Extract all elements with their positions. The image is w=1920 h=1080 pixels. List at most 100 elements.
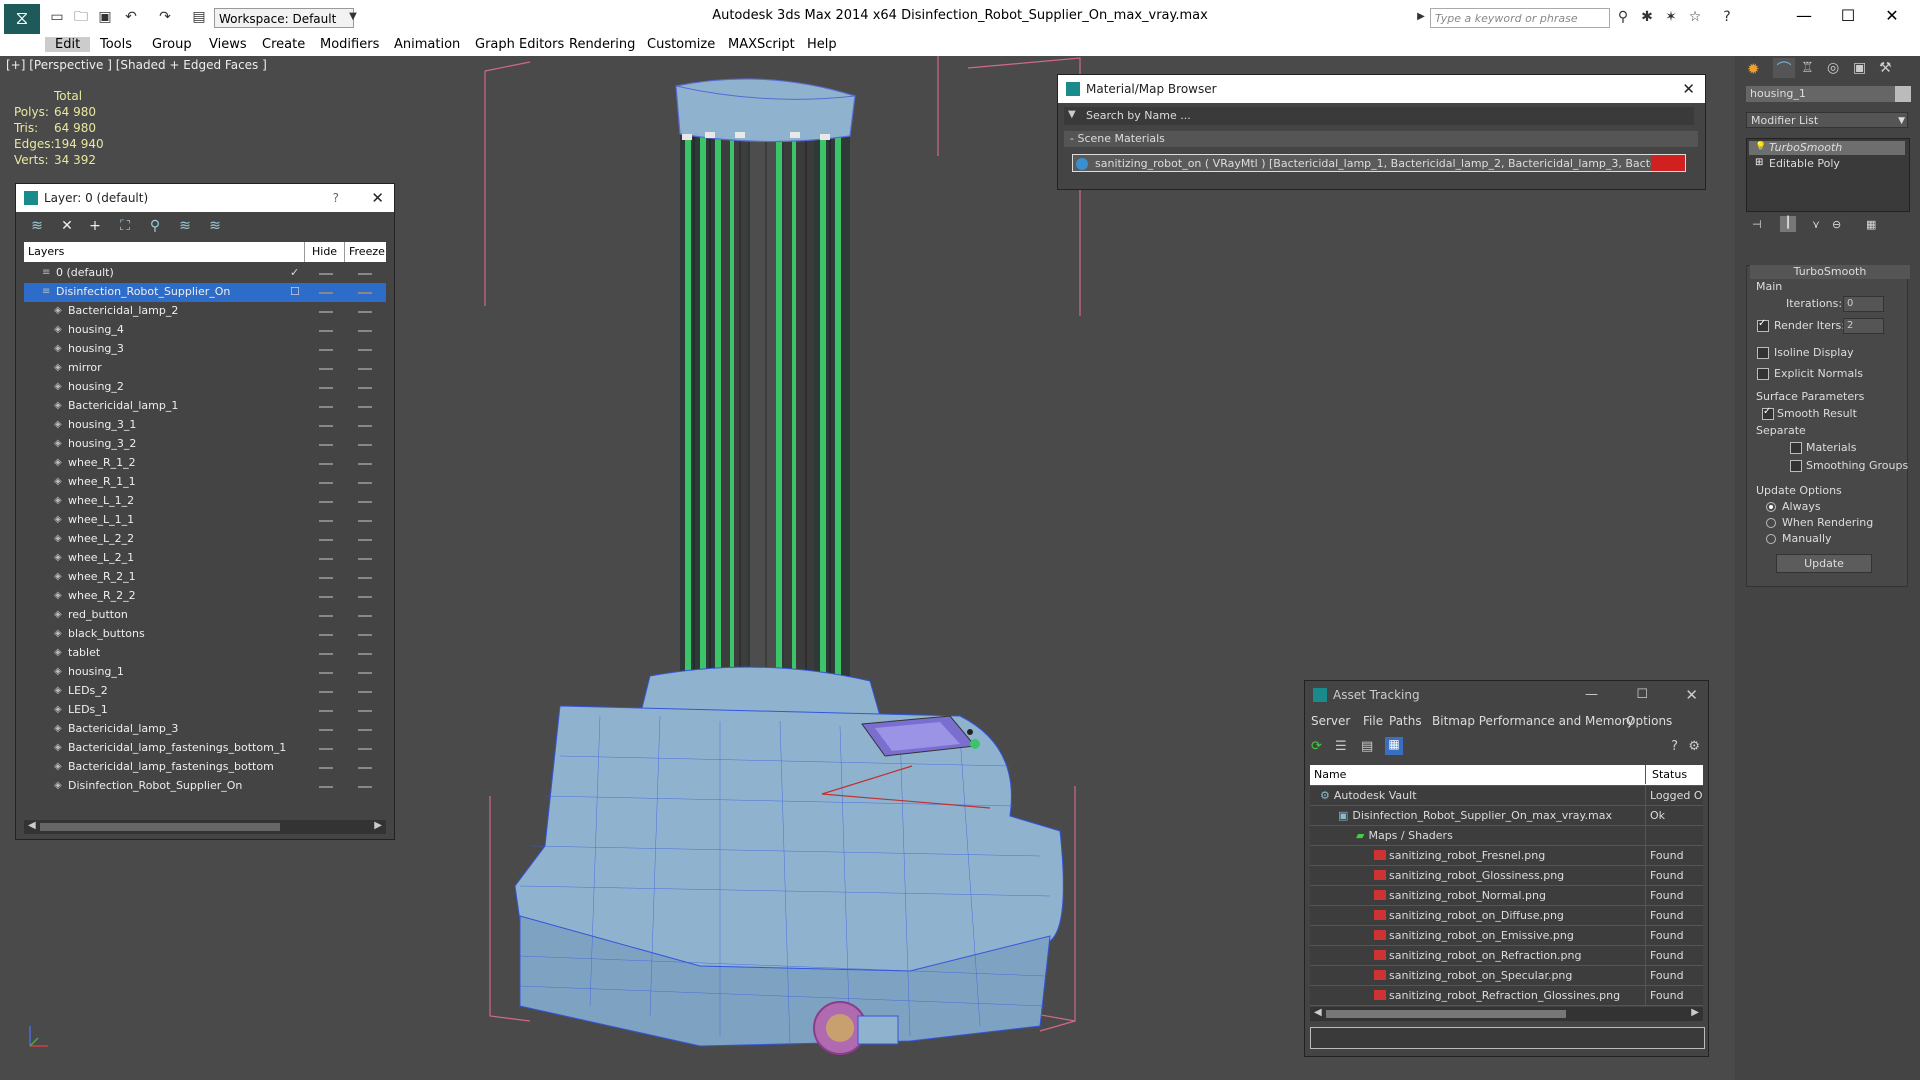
keyword-search-input[interactable]: Type a keyword or phrase	[1430, 8, 1610, 28]
asset-row[interactable]: sanitizing_robot_on_Emissive.png Found	[1310, 926, 1703, 946]
layer-row[interactable]: ◈ whee_L_2_1	[24, 549, 386, 568]
hide-toggle[interactable]	[319, 710, 333, 712]
freeze-toggle[interactable]	[358, 634, 372, 636]
separate-materials-checkbox[interactable]	[1790, 442, 1802, 454]
make-unique-icon[interactable]: ⋎	[1812, 218, 1820, 231]
asset-settings-icon[interactable]: ⚙	[1688, 739, 1700, 754]
asset-row[interactable]: sanitizing_robot_Refraction_Glossines.pn…	[1310, 986, 1703, 1006]
asset-row[interactable]: sanitizing_robot_on_Specular.png Found	[1310, 966, 1703, 986]
search-expand-icon[interactable]: ▶	[1412, 8, 1430, 26]
asset-row[interactable]: sanitizing_robot_on_Refraction.png Found	[1310, 946, 1703, 966]
freeze-toggle[interactable]	[358, 406, 372, 408]
redo-icon[interactable]: ↷	[156, 8, 174, 26]
layer-row[interactable]: ≡ Disinfection_Robot_Supplier_On ☐	[24, 283, 386, 302]
menu-create[interactable]: Create	[262, 37, 305, 52]
motion-tab-icon[interactable]: ◎	[1827, 60, 1839, 76]
stack-item-turbosmooth[interactable]: TurboSmooth	[1749, 141, 1905, 155]
workspace-chevron-down-icon[interactable]: ▼	[344, 8, 362, 26]
isoline-display-checkbox[interactable]	[1757, 347, 1769, 359]
asset-menu-options[interactable]: Options	[1626, 714, 1672, 728]
layer-row[interactable]: ◈ Bactericidal_lamp_1	[24, 397, 386, 416]
menu-views[interactable]: Views	[209, 37, 247, 52]
layer-row[interactable]: ◈ whee_R_2_2	[24, 587, 386, 606]
favorites-star-icon[interactable]: ☆	[1686, 8, 1704, 26]
asset-menu-server[interactable]: Server	[1311, 714, 1350, 728]
smooth-result-checkbox[interactable]	[1762, 406, 1774, 420]
layer-row[interactable]: ◈ red_button	[24, 606, 386, 625]
layer-row[interactable]: ◈ whee_L_1_2	[24, 492, 386, 511]
freeze-toggle[interactable]	[358, 349, 372, 351]
hide-toggle[interactable]	[319, 387, 333, 389]
hide-toggle[interactable]	[319, 691, 333, 693]
hide-toggle[interactable]	[319, 786, 333, 788]
hide-toggle[interactable]	[319, 273, 333, 275]
hide-toggle[interactable]	[319, 539, 333, 541]
asset-menu-paths[interactable]: Paths	[1389, 714, 1422, 728]
layer-row[interactable]: ◈ housing_1	[24, 663, 386, 682]
freeze-toggle[interactable]	[358, 653, 372, 655]
layer-row[interactable]: ◈ housing_3_1	[24, 416, 386, 435]
expand-plus-icon[interactable]: ⊞	[1755, 157, 1763, 168]
menu-help[interactable]: Help	[807, 37, 837, 52]
exchange-icon[interactable]: ✶	[1662, 8, 1680, 26]
hide-toggle[interactable]	[319, 406, 333, 408]
asset-help-icon[interactable]: ?	[1671, 739, 1678, 754]
app-logo-icon[interactable]: ⧖	[4, 4, 40, 34]
material-browser-close-icon[interactable]: ✕	[1682, 75, 1695, 103]
layer-row[interactable]: ◈ housing_3	[24, 340, 386, 359]
layer-panel-titlebar[interactable]: Layer: 0 (default) ? ✕	[16, 184, 394, 212]
modifier-list-dropdown[interactable]: Modifier List ▼	[1746, 112, 1908, 128]
modify-tab-icon[interactable]: ⌒	[1773, 58, 1795, 78]
hide-toggle[interactable]	[319, 311, 333, 313]
hide-toggle[interactable]	[319, 672, 333, 674]
hide-toggle[interactable]	[319, 330, 333, 332]
menu-rendering[interactable]: Rendering	[569, 37, 635, 52]
close-button[interactable]: ✕	[1872, 4, 1912, 28]
layer-row[interactable]: ◈ Bactericidal_lamp_fastenings_bottom_1	[24, 739, 386, 758]
layer-row[interactable]: ◈ black_buttons	[24, 625, 386, 644]
create-tab-icon[interactable]: ✹	[1747, 60, 1760, 78]
freeze-toggle[interactable]	[358, 539, 372, 541]
set-current-box-icon[interactable]: ☐	[290, 285, 300, 298]
layer-row[interactable]: ◈ tablet	[24, 644, 386, 663]
scene-material-item[interactable]: sanitizing_robot_on ( VRayMtl ) [Bacteri…	[1072, 154, 1686, 172]
hide-toggle[interactable]	[319, 634, 333, 636]
save-icon[interactable]: ▣	[96, 8, 114, 26]
hide-toggle[interactable]	[319, 520, 333, 522]
delete-layer-icon[interactable]: ✕	[58, 218, 76, 234]
render-iters-checkbox[interactable]	[1757, 318, 1769, 332]
project-folder-icon[interactable]: ▤	[190, 8, 208, 26]
asset-row[interactable]: ▣ Disinfection_Robot_Supplier_On_max_vray…	[1310, 806, 1703, 826]
maximize-button[interactable]: ☐	[1828, 4, 1868, 28]
object-color-swatch[interactable]	[1895, 86, 1911, 102]
freeze-toggle[interactable]	[358, 425, 372, 427]
asset-tracking-titlebar[interactable]: Asset Tracking — ☐ ✕	[1305, 681, 1708, 709]
menu-group[interactable]: Group	[152, 37, 192, 52]
layer-row[interactable]: ≡ 0 (default) ✓	[24, 264, 386, 283]
highlight-layer-icon[interactable]: ⚲	[146, 218, 164, 234]
help-icon[interactable]: ?	[1718, 8, 1736, 26]
freeze-toggle[interactable]	[358, 444, 372, 446]
iterations-spinner[interactable]: 0	[1843, 296, 1884, 312]
material-search-input[interactable]: ▼ Search by Name ...	[1064, 107, 1694, 125]
menu-edit[interactable]: Edit	[45, 37, 91, 52]
freeze-toggle[interactable]	[358, 558, 372, 560]
layer-row[interactable]: ◈ LEDs_1	[24, 701, 386, 720]
hide-toggle[interactable]	[319, 596, 333, 598]
layer-row[interactable]: ◈ whee_L_2_2	[24, 530, 386, 549]
hide-toggle[interactable]	[319, 577, 333, 579]
hide-toggle[interactable]	[319, 748, 333, 750]
layer-row[interactable]: ◈ Bactericidal_lamp_2	[24, 302, 386, 321]
show-end-result-icon[interactable]: ┃	[1780, 216, 1796, 232]
freeze-toggle[interactable]	[358, 748, 372, 750]
hide-toggle[interactable]	[319, 501, 333, 503]
col-status[interactable]: Status	[1652, 768, 1687, 781]
utilities-tab-icon[interactable]: ⚒	[1879, 60, 1892, 76]
update-button[interactable]: Update	[1776, 554, 1872, 573]
asset-row[interactable]: sanitizing_robot_on_Diffuse.png Found	[1310, 906, 1703, 926]
hierarchy-tab-icon[interactable]: ♖	[1801, 60, 1814, 76]
table-view-icon[interactable]: ▦	[1385, 737, 1403, 755]
asset-minimize-button[interactable]: —	[1585, 681, 1598, 709]
asset-menu-bitmap[interactable]: Bitmap Performance and Memory	[1432, 714, 1634, 728]
configure-sets-icon[interactable]: ▦	[1866, 218, 1876, 231]
